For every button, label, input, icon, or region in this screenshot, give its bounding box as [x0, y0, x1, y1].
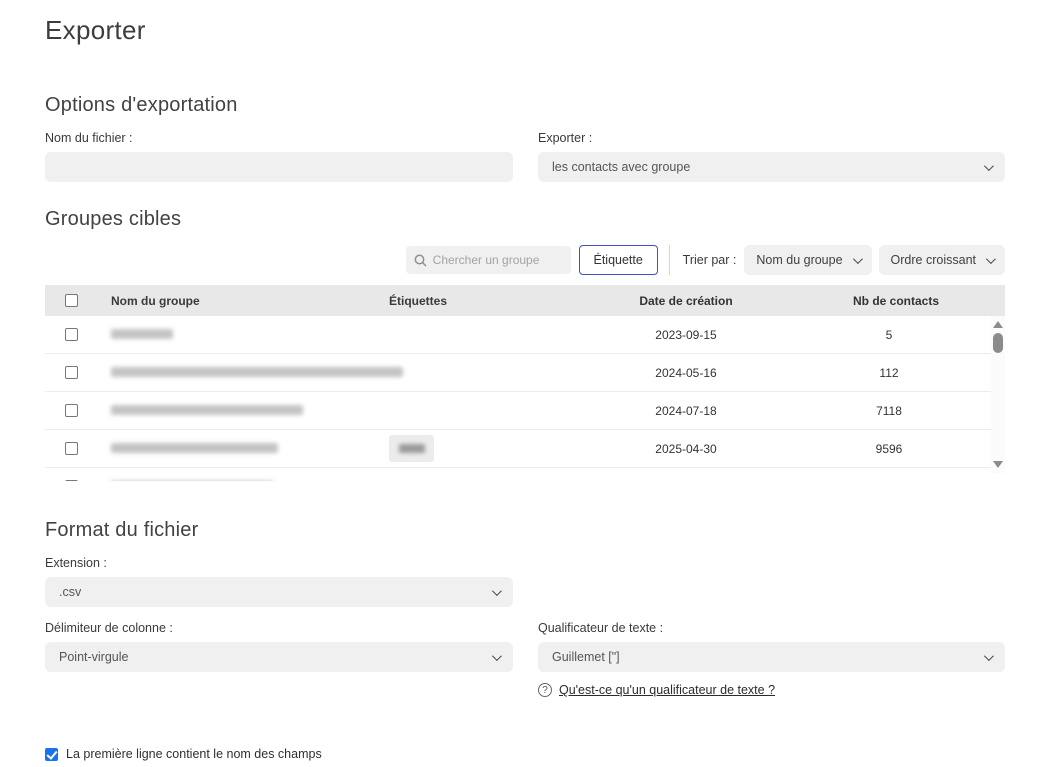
extension-row: Extension : .csv: [45, 542, 1005, 607]
filename-input[interactable]: [45, 152, 513, 182]
extension-label: Extension :: [45, 556, 513, 570]
row-created-date: 2024-12-19: [583, 480, 789, 482]
table-row: 2024-12-19 84: [45, 468, 991, 481]
scroll-down-icon[interactable]: [993, 461, 1003, 468]
row-checkbox[interactable]: [65, 442, 78, 455]
help-icon: ?: [538, 683, 552, 697]
first-line-checkbox[interactable]: [45, 748, 58, 761]
row-checkbox[interactable]: [65, 366, 78, 379]
row-created-date: 2024-07-18: [583, 404, 789, 418]
tag-filter-button[interactable]: Étiquette: [579, 245, 658, 275]
row-contact-count: 9596: [789, 442, 989, 456]
export-page: Exporter Options d'exportation Nom du fi…: [0, 0, 1060, 767]
sort-by-label: Trier par :: [683, 253, 737, 267]
groups-toolbar: Étiquette Trier par : Nom du groupe Ordr…: [45, 245, 1005, 275]
qualifier-select[interactable]: Guillemet ["]: [538, 642, 1005, 672]
table-header: Nom du groupe Étiquettes Date de créatio…: [45, 285, 1005, 316]
filename-label: Nom du fichier :: [45, 131, 513, 145]
toolbar-divider: [669, 245, 670, 275]
col-header-contacts: Nb de contacts: [789, 294, 1003, 308]
redacted-group-name: [111, 405, 303, 415]
search-icon: [414, 254, 427, 267]
groups-table: Nom du groupe Étiquettes Date de créatio…: [45, 285, 1005, 481]
delimiter-label: Délimiteur de colonne :: [45, 621, 513, 635]
options-fields: Nom du fichier : Exporter : les contacts…: [45, 117, 1005, 182]
export-type-select[interactable]: les contacts avec groupe: [538, 152, 1005, 182]
chevron-down-icon: [984, 161, 994, 171]
first-line-label: La première ligne contient le nom des ch…: [66, 747, 322, 761]
scroll-up-icon[interactable]: [993, 321, 1003, 328]
export-type-value: les contacts avec groupe: [552, 160, 690, 174]
row-checkbox[interactable]: [65, 480, 78, 481]
table-row: 2025-04-30 9596: [45, 430, 991, 468]
chevron-down-icon: [492, 586, 502, 596]
scrollbar-thumb[interactable]: [993, 333, 1003, 353]
redacted-group-name: [111, 443, 278, 453]
chevron-down-icon: [853, 254, 863, 264]
row-contact-count: 84: [789, 480, 989, 482]
qualifier-value: Guillemet ["]: [552, 650, 620, 664]
chevron-down-icon: [492, 651, 502, 661]
sort-field-select[interactable]: Nom du groupe: [744, 245, 871, 275]
qualifier-help-link[interactable]: Qu'est-ce qu'un qualificateur de texte ?: [559, 683, 775, 697]
options-section-heading: Options d'exportation: [45, 94, 1005, 117]
chevron-down-icon: [984, 651, 994, 661]
export-type-label: Exporter :: [538, 131, 1005, 145]
table-row: 2024-05-16 112: [45, 354, 991, 392]
page-title: Exporter: [45, 15, 1005, 46]
redacted-group-name: [111, 481, 273, 482]
table-body: 2023-09-15 5 2024-05-16 112 2024-07-18 7…: [45, 316, 1005, 481]
col-header-name: Nom du groupe: [98, 294, 376, 308]
col-header-created: Date de création: [583, 294, 789, 308]
chevron-down-icon: [986, 254, 996, 264]
row-checkbox[interactable]: [65, 328, 78, 341]
row-created-date: 2025-04-30: [583, 442, 789, 456]
redacted-group-name: [111, 329, 173, 339]
row-contact-count: 7118: [789, 404, 989, 418]
select-all-checkbox[interactable]: [65, 294, 78, 307]
redacted-tag-badge: [389, 435, 434, 462]
sort-order-value: Ordre croissant: [891, 253, 976, 267]
row-checkbox[interactable]: [65, 404, 78, 417]
table-scrollbar[interactable]: [991, 316, 1005, 473]
table-row: 2024-07-18 7118: [45, 392, 991, 430]
sort-field-value: Nom du groupe: [756, 253, 842, 267]
first-line-option: La première ligne contient le nom des ch…: [45, 747, 1005, 761]
groups-section-heading: Groupes cibles: [45, 208, 1005, 231]
delimiter-qualifier-row: Délimiteur de colonne : Point-virgule Qu…: [45, 607, 1005, 697]
extension-value: .csv: [59, 585, 81, 599]
row-contact-count: 5: [789, 328, 989, 342]
row-created-date: 2023-09-15: [583, 328, 789, 342]
col-header-tags: Étiquettes: [376, 294, 583, 308]
group-search-input[interactable]: [433, 253, 553, 267]
redacted-group-name: [111, 367, 403, 377]
delimiter-select[interactable]: Point-virgule: [45, 642, 513, 672]
delimiter-value: Point-virgule: [59, 650, 128, 664]
row-created-date: 2024-05-16: [583, 366, 789, 380]
extension-select[interactable]: .csv: [45, 577, 513, 607]
sort-order-select[interactable]: Ordre croissant: [879, 245, 1005, 275]
qualifier-label: Qualificateur de texte :: [538, 621, 1005, 635]
row-contact-count: 112: [789, 366, 989, 380]
format-section-heading: Format du fichier: [45, 519, 1005, 542]
table-row: 2023-09-15 5: [45, 316, 991, 354]
group-search-box[interactable]: [406, 246, 571, 274]
